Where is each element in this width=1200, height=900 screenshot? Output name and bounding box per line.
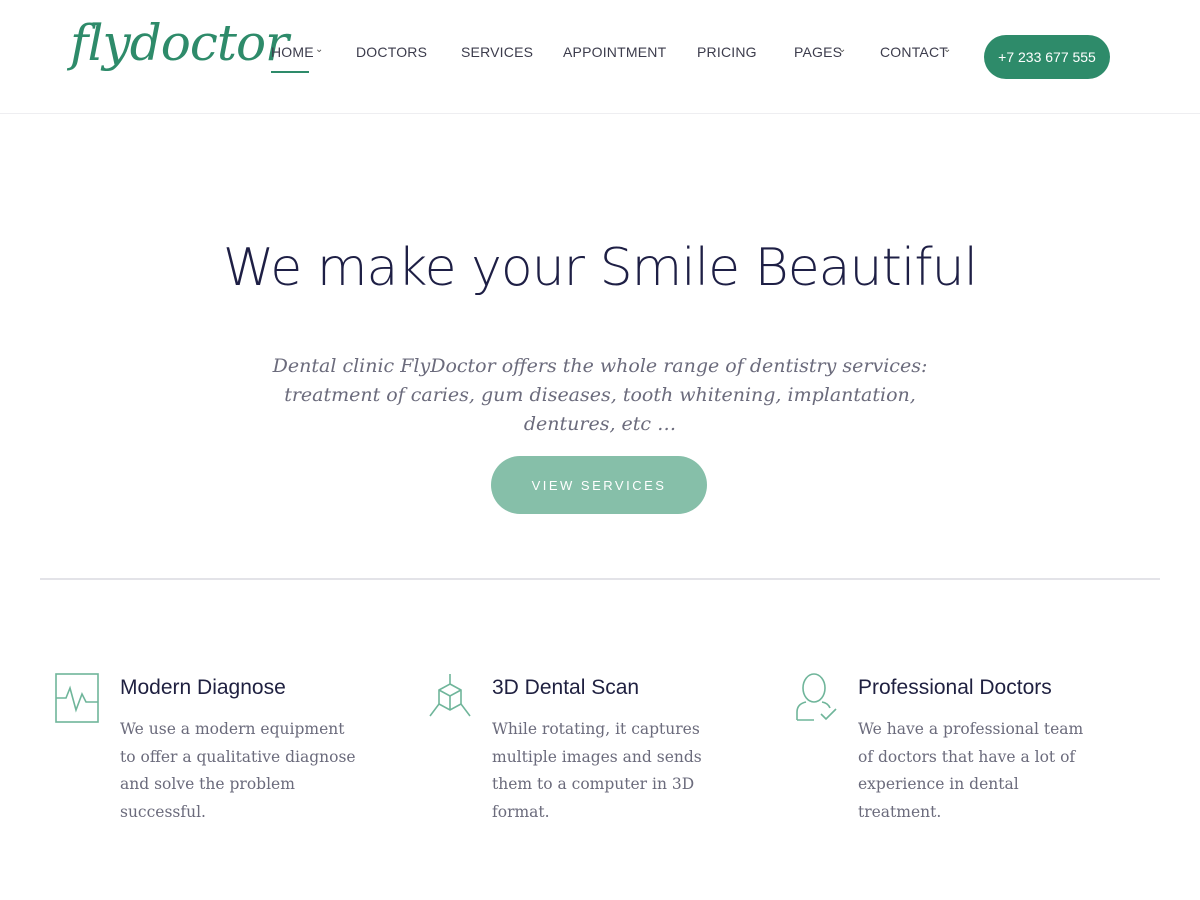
brand-logo[interactable]: flydoctor [70,18,289,68]
chevron-down-icon: ⌄ [315,44,324,55]
hero-title: We make your Smile Beautiful [222,238,978,298]
phone-button[interactable]: +7 233 677 555 [984,35,1110,79]
feature-title: Modern Diagnose [120,676,286,699]
nav-item-appointment[interactable]: APPOINTMENT [563,44,666,72]
feature-text: We have a professional team of doctors t… [858,720,1084,821]
nav-item-label: APPOINTMENT [563,44,667,60]
view-services-button[interactable]: VIEW SERVICES [491,456,707,514]
nav-item-label: DOCTORS [356,44,428,60]
nav-item-label: PRICING [697,44,757,60]
feature-text: We use a modern equipment to offer a qua… [120,720,356,821]
feature-title: 3D Dental Scan [492,676,640,699]
nav-item-label: SERVICES [461,44,534,60]
chevron-down-icon: ⌄ [943,44,952,55]
chevron-down-icon: ⌄ [838,44,847,55]
nav-item-label: CONTACT [880,44,949,60]
heartbeat-monitor-icon [55,673,99,723]
nav-item-label: HOME [271,44,314,60]
nav-item-doctors[interactable]: DOCTORS [356,44,427,72]
doctor-check-icon [796,673,837,721]
nav-item-services[interactable]: SERVICES [461,44,533,72]
hero-subtitle: Dental clinic FlyDoctor offers the whole… [272,355,928,435]
site-header: flydoctor HOME ⌄ DOCTORS SERVICES APPOIN… [0,0,1200,114]
feature-text: While rotating, it captures multiple ima… [492,720,702,821]
feature-title: Professional Doctors [858,676,1052,699]
nav-item-home[interactable]: HOME ⌄ [271,44,323,73]
nav-item-pricing[interactable]: PRICING [697,44,757,72]
nav-item-pages[interactable]: PAGES ⌄ [794,44,846,72]
nav-item-contact[interactable]: CONTACT ⌄ [880,44,951,72]
nav-item-label: PAGES [794,44,843,60]
3d-cube-icon [429,674,471,717]
section-divider [40,578,1160,580]
